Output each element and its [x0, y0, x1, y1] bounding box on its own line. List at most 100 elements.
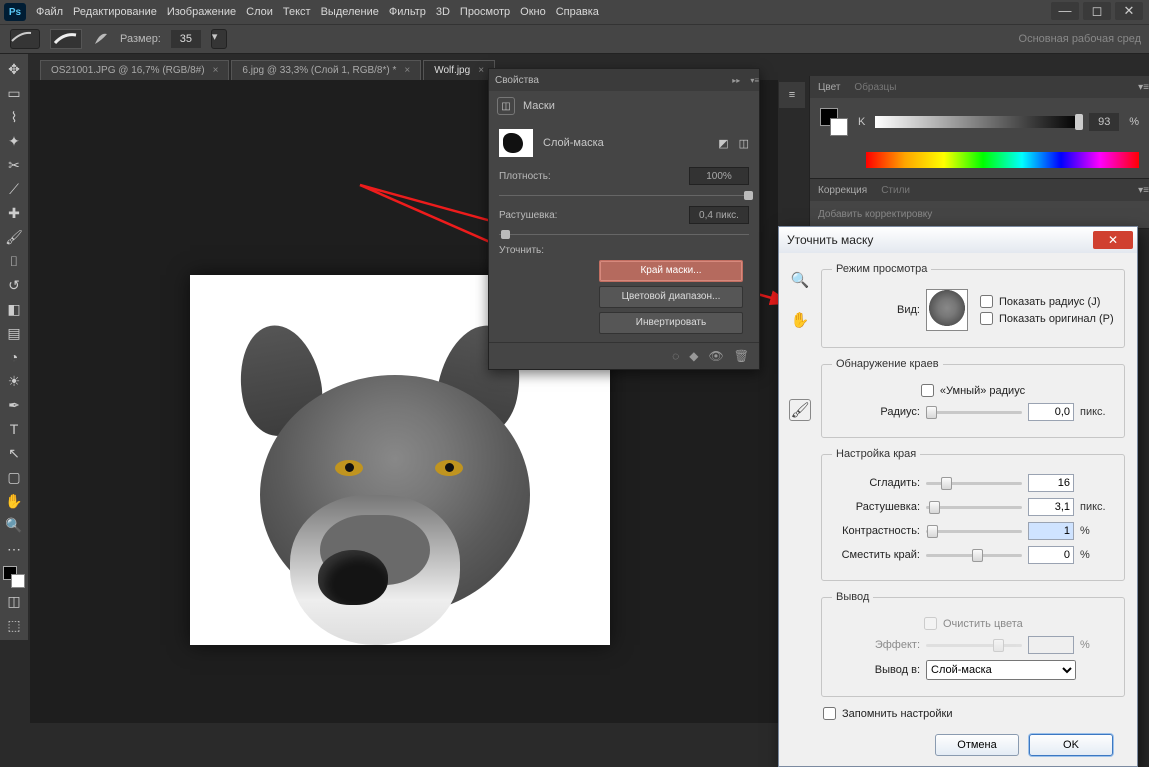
fg-bg-colors[interactable]: [3, 566, 25, 588]
color-spectrum[interactable]: [866, 152, 1139, 168]
brush-tool[interactable]: 🖌: [3, 226, 25, 248]
feather-value[interactable]: 0,4 пикс.: [689, 206, 749, 224]
close-icon[interactable]: ×: [213, 65, 219, 76]
feather-slider[interactable]: [926, 506, 1022, 509]
density-value[interactable]: 100%: [689, 167, 749, 185]
vector-mask-icon[interactable]: ◫: [739, 137, 749, 150]
contrast-input[interactable]: [1028, 522, 1074, 540]
mask-thumbnail[interactable]: [499, 129, 533, 157]
marquee-tool[interactable]: ▭: [3, 82, 25, 104]
quick-select-tool[interactable]: ✦: [3, 130, 25, 152]
screen-mode[interactable]: ⬚: [3, 614, 25, 636]
blur-tool[interactable]: ◔: [3, 346, 25, 368]
brush-size-input[interactable]: 35: [171, 30, 201, 48]
menu-window[interactable]: Окно: [520, 6, 546, 18]
view-thumbnail[interactable]: [926, 289, 968, 331]
apply-mask-icon[interactable]: ◆: [689, 349, 698, 363]
feather-slider[interactable]: [499, 234, 749, 235]
fg-bg-colors[interactable]: [820, 108, 848, 136]
output-to-select[interactable]: Слой-маска: [926, 660, 1076, 680]
document-tab[interactable]: OS21001.JPG @ 16,7% (RGB/8#)×: [40, 60, 229, 80]
shape-tool[interactable]: ▢: [3, 466, 25, 488]
window-minimize[interactable]: —: [1051, 2, 1079, 20]
show-original-checkbox[interactable]: [980, 312, 993, 325]
menu-file[interactable]: Файл: [36, 6, 63, 18]
pen-tool[interactable]: ✒: [3, 394, 25, 416]
dialog-close-button[interactable]: ✕: [1093, 231, 1133, 249]
zoom-tool[interactable]: 🔍: [3, 514, 25, 536]
menu-help[interactable]: Справка: [556, 6, 599, 18]
history-brush-tool[interactable]: ↺: [3, 274, 25, 296]
eyedropper-tool[interactable]: ⟋: [3, 178, 25, 200]
smooth-slider[interactable]: [926, 482, 1022, 485]
panel-options-icon[interactable]: ▾≡: [750, 76, 759, 85]
radius-slider[interactable]: [926, 411, 1022, 414]
gradient-tool[interactable]: ▤: [3, 322, 25, 344]
move-tool[interactable]: ✥: [3, 58, 25, 80]
hand-tool-icon[interactable]: ✋: [789, 309, 811, 331]
cancel-button[interactable]: Отмена: [935, 734, 1019, 756]
close-icon[interactable]: ×: [404, 65, 410, 76]
clone-stamp-tool[interactable]: ⌷: [3, 250, 25, 272]
remember-settings-checkbox[interactable]: [823, 707, 836, 720]
feather-icon[interactable]: [92, 30, 110, 48]
menu-3d[interactable]: 3D: [436, 6, 450, 18]
show-radius-checkbox[interactable]: [980, 295, 993, 308]
menu-select[interactable]: Выделение: [321, 6, 379, 18]
document-tab[interactable]: Wolf.jpg×: [423, 60, 495, 80]
eraser-tool[interactable]: ◧: [3, 298, 25, 320]
shift-edge-input[interactable]: [1028, 546, 1074, 564]
delete-mask-icon[interactable]: 🗑: [734, 349, 749, 363]
tab-color[interactable]: Цвет: [818, 82, 840, 93]
load-selection-icon[interactable]: ◌: [672, 349, 679, 363]
pixel-mask-icon[interactable]: ◩: [718, 137, 728, 150]
properties-tab[interactable]: Свойства: [495, 75, 539, 86]
menu-text[interactable]: Текст: [283, 6, 311, 18]
tab-swatches[interactable]: Образцы: [854, 82, 896, 93]
brush-size-dropdown[interactable]: ▾: [211, 29, 227, 49]
tab-adjustments[interactable]: Коррекция: [818, 185, 867, 196]
menu-view[interactable]: Просмотр: [460, 6, 510, 18]
k-slider[interactable]: [875, 116, 1079, 128]
current-tool-indicator[interactable]: [10, 29, 40, 49]
menu-image[interactable]: Изображение: [167, 6, 236, 18]
menu-edit[interactable]: Редактирование: [73, 6, 157, 18]
lasso-tool[interactable]: ⌇: [3, 106, 25, 128]
invert-button[interactable]: Инвертировать: [599, 312, 743, 334]
more-tools[interactable]: ⋯: [3, 538, 25, 560]
feather-input[interactable]: [1028, 498, 1074, 516]
collapsed-panel-icon[interactable]: ≡: [779, 82, 805, 108]
smart-radius-checkbox[interactable]: [921, 384, 934, 397]
ok-button[interactable]: OK: [1029, 734, 1113, 756]
window-close[interactable]: ✕: [1115, 2, 1143, 20]
shift-edge-slider[interactable]: [926, 554, 1022, 557]
document-tab[interactable]: 6.jpg @ 33,3% (Слой 1, RGB/8*) *×: [231, 60, 421, 80]
close-icon[interactable]: ×: [478, 65, 484, 76]
menu-layer[interactable]: Слои: [246, 6, 273, 18]
density-slider[interactable]: [499, 195, 749, 196]
decontaminate-checkbox[interactable]: [924, 617, 937, 630]
zoom-tool-icon[interactable]: 🔍: [789, 269, 811, 291]
brush-preview[interactable]: [50, 29, 82, 49]
k-value[interactable]: 93: [1089, 113, 1119, 131]
menu-filter[interactable]: Фильтр: [389, 6, 426, 18]
contrast-slider[interactable]: [926, 530, 1022, 533]
window-maximize[interactable]: ◻: [1083, 2, 1111, 20]
toggle-mask-icon[interactable]: 👁: [709, 349, 724, 363]
path-select-tool[interactable]: ↖: [3, 442, 25, 464]
color-range-button[interactable]: Цветовой диапазон...: [599, 286, 743, 308]
workspace-switch[interactable]: Основная рабочая сред: [1019, 33, 1141, 45]
mask-edge-button[interactable]: Край маски...: [599, 260, 743, 282]
tab-styles[interactable]: Стили: [881, 185, 910, 196]
panel-options-icon[interactable]: ▾≡: [1138, 82, 1149, 93]
healing-brush-tool[interactable]: ✚: [3, 202, 25, 224]
dodge-tool[interactable]: ☀: [3, 370, 25, 392]
crop-tool[interactable]: ✂: [3, 154, 25, 176]
radius-input[interactable]: [1028, 403, 1074, 421]
hand-tool[interactable]: ✋: [3, 490, 25, 512]
refine-radius-tool[interactable]: 🖌: [789, 399, 811, 421]
panel-options-icon[interactable]: ▾≡: [1138, 185, 1149, 196]
smooth-input[interactable]: [1028, 474, 1074, 492]
quick-mask-toggle[interactable]: ◫: [3, 590, 25, 612]
panel-menu-icon[interactable]: ▸▸: [732, 76, 740, 85]
